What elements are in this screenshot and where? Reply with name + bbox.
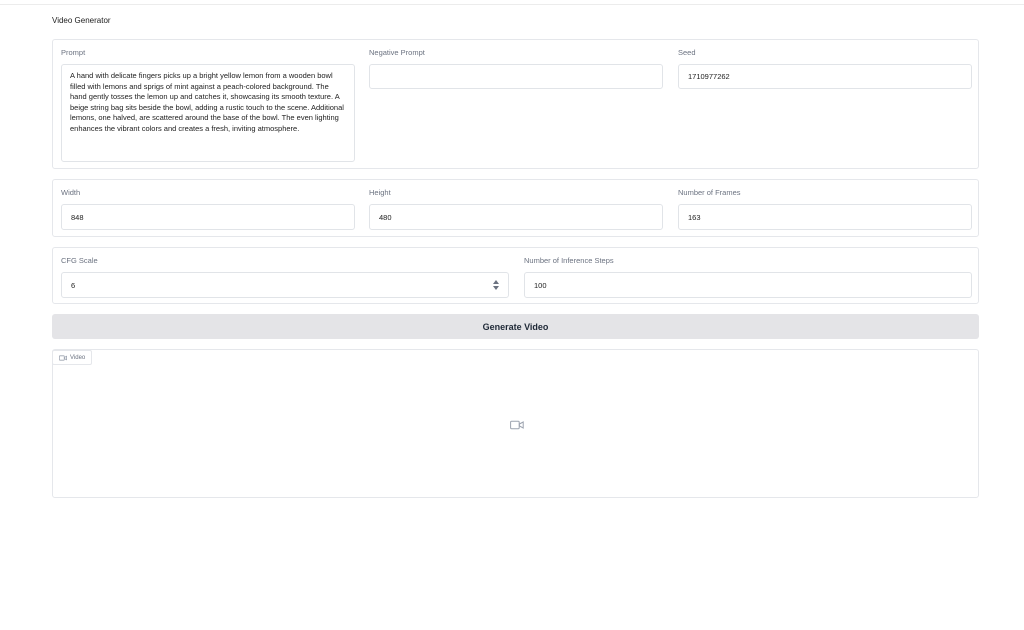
video-camera-icon bbox=[510, 420, 524, 430]
dimensions-row-panel: Width 848 Height 480 Number of Frames 16… bbox=[52, 179, 979, 237]
video-camera-icon bbox=[59, 354, 67, 361]
width-input[interactable]: 848 bbox=[61, 204, 355, 230]
cfg-value: 6 bbox=[71, 280, 76, 290]
video-tab-label: Video bbox=[70, 354, 86, 361]
negative-prompt-input[interactable] bbox=[369, 64, 663, 89]
height-input[interactable]: 480 bbox=[369, 204, 663, 230]
increment-arrow-icon[interactable] bbox=[493, 280, 499, 284]
seed-label: Seed bbox=[678, 48, 696, 57]
width-label: Width bbox=[61, 188, 81, 197]
prompt-row-panel: Prompt A hand with delicate fingers pick… bbox=[52, 39, 979, 169]
top-divider bbox=[0, 4, 1024, 5]
steps-input[interactable]: 100 bbox=[524, 272, 972, 298]
video-tab[interactable]: Video bbox=[52, 350, 93, 365]
generate-video-button[interactable]: Generate Video bbox=[52, 314, 979, 339]
prompt-label: Prompt bbox=[61, 48, 86, 57]
frames-input[interactable]: 163 bbox=[678, 204, 972, 230]
decrement-arrow-icon[interactable] bbox=[493, 286, 499, 290]
cfg-label: CFG Scale bbox=[61, 256, 98, 265]
cfg-stepper[interactable] bbox=[493, 280, 499, 292]
negative-prompt-label: Negative Prompt bbox=[369, 48, 425, 57]
cfg-input[interactable]: 6 bbox=[61, 272, 509, 298]
height-label: Height bbox=[369, 188, 391, 197]
sampling-row-panel: CFG Scale 6 Number of Inference Steps 10… bbox=[52, 247, 979, 304]
seed-input[interactable]: 1710977262 bbox=[678, 64, 972, 89]
prompt-textarea[interactable]: A hand with delicate fingers picks up a … bbox=[61, 64, 355, 162]
video-output-panel bbox=[52, 349, 979, 498]
frames-label: Number of Frames bbox=[678, 188, 741, 197]
steps-label: Number of Inference Steps bbox=[524, 256, 614, 265]
app-title: Video Generator bbox=[52, 16, 111, 25]
